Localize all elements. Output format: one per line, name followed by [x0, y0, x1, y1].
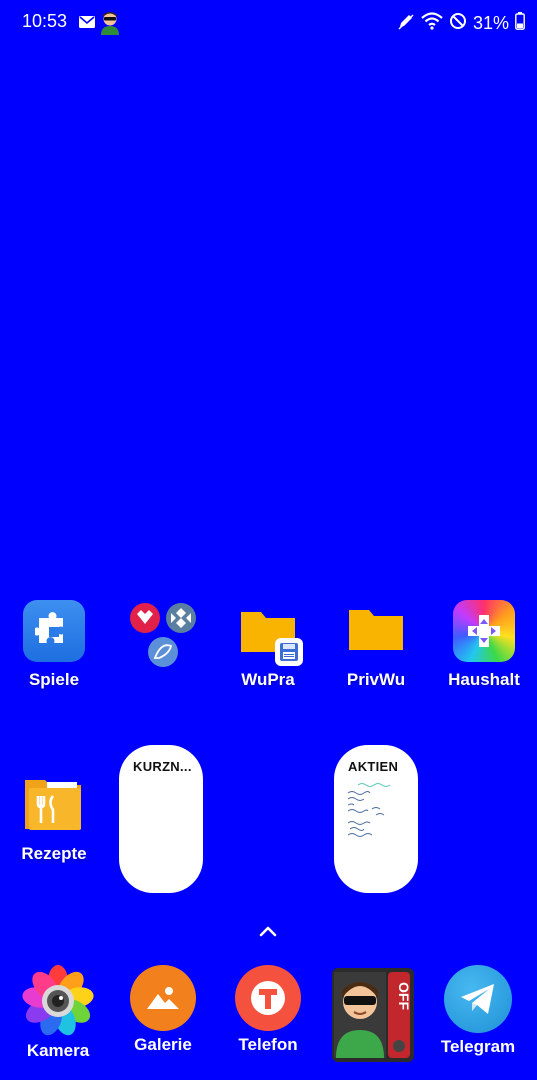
- handwriting-preview: [347, 783, 391, 837]
- app-drawer-chevron-icon[interactable]: [256, 920, 280, 942]
- app-label: WuPra: [241, 670, 295, 689]
- pen-icon: [397, 12, 415, 35]
- telegram-icon: [444, 965, 512, 1033]
- widget-title: KURZN...: [133, 759, 192, 774]
- widget-title: AKTIEN: [348, 759, 399, 774]
- status-time: 10:53: [22, 11, 68, 31]
- avatar-notification-icon: [99, 11, 121, 40]
- app-cluster[interactable]: [111, 600, 211, 680]
- dock-telegram[interactable]: Telegram: [428, 965, 528, 1057]
- folder-privwu[interactable]: PrivWu: [326, 600, 426, 690]
- app-label: PrivWu: [346, 670, 406, 689]
- puzzle-icon: [23, 600, 85, 662]
- folder-icon: [345, 600, 407, 662]
- dock-galerie[interactable]: Galerie: [113, 965, 213, 1055]
- do-not-disturb-icon: [449, 12, 467, 35]
- gamepad-icon: [453, 600, 515, 662]
- widget-kurzn[interactable]: KURZN...: [119, 745, 203, 893]
- app-label: Telegram: [440, 1037, 516, 1056]
- status-right-group: 31%: [397, 11, 525, 35]
- app-label: Rezepte: [21, 844, 87, 863]
- app-label: Kamera: [26, 1041, 90, 1060]
- gallery-icon: [130, 965, 196, 1031]
- save-badge-icon: [275, 638, 303, 671]
- app-spiele[interactable]: Spiele: [4, 600, 104, 690]
- folder-icon: [237, 600, 303, 666]
- camera-icon: [22, 965, 94, 1037]
- off-switch-avatar-icon: OFF: [332, 968, 414, 1062]
- dock-off-switch[interactable]: OFF: [323, 965, 423, 1066]
- battery-icon: [515, 11, 525, 35]
- recipe-folder-icon: [23, 774, 85, 836]
- mail-icon: [79, 15, 95, 33]
- phone-t-icon: [235, 965, 301, 1031]
- app-haushalt[interactable]: Haushalt: [434, 600, 534, 690]
- app-label: Telefon: [238, 1035, 298, 1054]
- widget-aktien[interactable]: AKTIEN: [334, 745, 418, 893]
- app-label: Spiele: [28, 670, 80, 689]
- wifi-icon: [421, 11, 443, 35]
- app-cluster-icon: [125, 600, 197, 672]
- dock-telefon[interactable]: Telefon: [218, 965, 318, 1055]
- svg-text:OFF: OFF: [396, 982, 412, 1010]
- app-label: Haushalt: [448, 670, 520, 689]
- app-label: Galerie: [134, 1035, 192, 1054]
- status-bar: 10:53 31%: [0, 0, 537, 46]
- dock-kamera[interactable]: Kamera: [8, 965, 108, 1061]
- folder-wupra[interactable]: WuPra: [218, 600, 318, 690]
- folder-rezepte[interactable]: Rezepte: [4, 774, 104, 864]
- battery-percent: 31%: [472, 12, 509, 33]
